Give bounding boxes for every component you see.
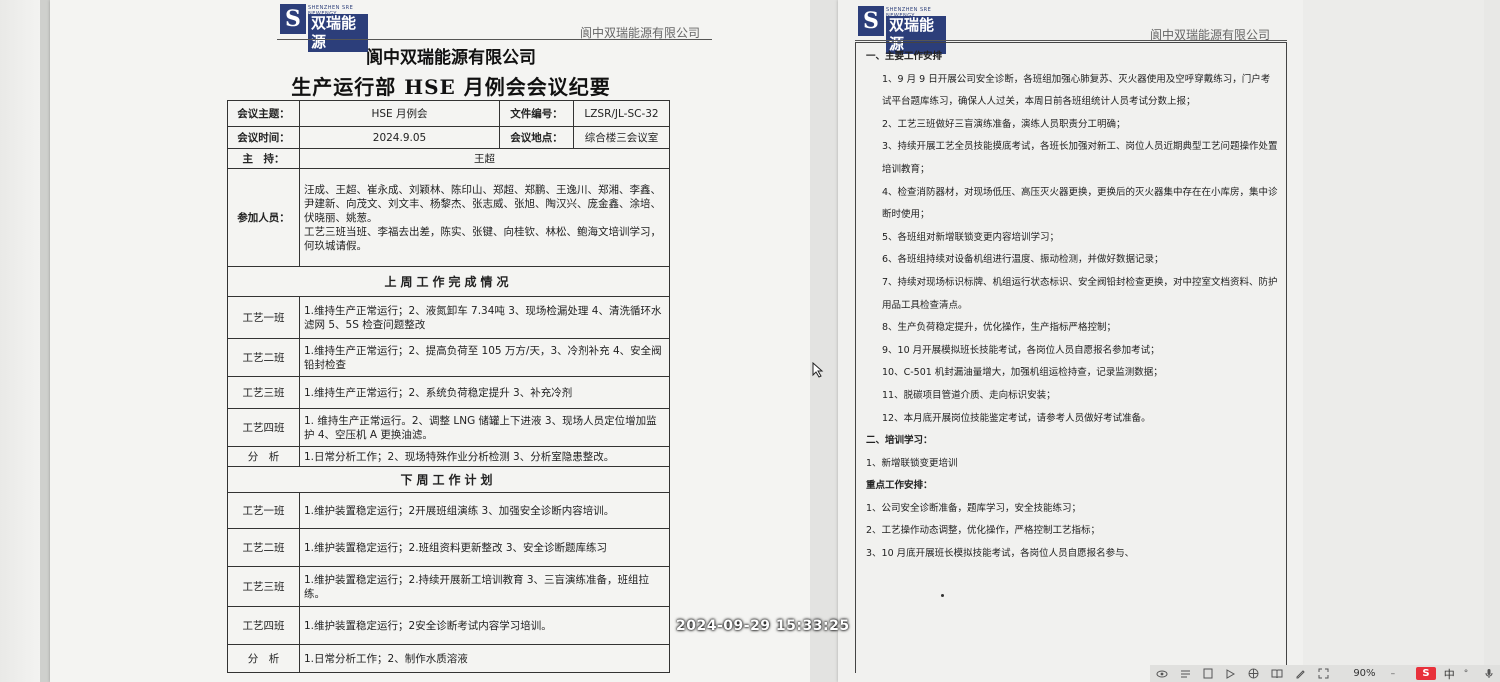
last-week-team-analysis: 分 析 xyxy=(227,446,300,467)
section-main-work-heading: 一、主要工作安排 xyxy=(866,51,943,62)
header-rule xyxy=(277,39,712,40)
input-method-indicator[interactable]: 中 xyxy=(1444,666,1455,682)
file-number-value: LZSR/JL-SC-32 xyxy=(573,100,670,127)
last-week-work-2: 1.维持生产正常运行；2、提高负荷至 105 万方/天，3、冷剂补充 4、安全阀… xyxy=(299,338,670,377)
next-week-plan-2: 1.维护装置稳定运行；2.班组资料更新整改 3、安全诊断题库练习 xyxy=(299,528,670,567)
next-week-plan-4: 1.维护装置稳定运行；2安全诊断考试内容学习培训。 xyxy=(299,606,670,645)
header-rule-right xyxy=(855,40,1287,41)
document-background-area xyxy=(1303,0,1484,665)
zoom-level[interactable]: 90% xyxy=(1353,668,1375,679)
work-item-7: 7、持续对现场标识标牌、机组运行状态标识、安全阀铅封检查更换，对中控室文档资料、… xyxy=(882,276,1278,311)
work-item-3: 3、持续开展工艺全员技能摸底考试，各班长加强对新工、岗位人员近期典型工艺问题操作… xyxy=(882,141,1278,175)
host-value: 王超 xyxy=(299,148,670,169)
window-edge-right xyxy=(1484,0,1500,682)
window-edge-left xyxy=(0,0,40,682)
zoom-out-icon[interactable]: – xyxy=(1388,668,1399,679)
wps-logo-icon[interactable]: S xyxy=(1416,667,1436,680)
time-value: 2024.9.05 xyxy=(299,126,500,149)
section-focus-heading: 重点工作安排： xyxy=(866,480,933,492)
work-item-5: 5、各班组对新增联锁变更内容培训学习； xyxy=(882,231,1060,243)
book-icon[interactable] xyxy=(1271,668,1283,679)
work-item-1: 1、9 月 9 日开展公司安全诊断，各班组加强心肺复苏、灭火器使用及空呼穿戴练习… xyxy=(882,73,1271,108)
punctuation-icon[interactable]: ° xyxy=(1461,668,1472,679)
work-item-2: 2、工艺三班做好三盲演练准备，演练人员职责分工明确； xyxy=(882,118,1126,130)
last-week-work-4: 1. 维持生产正常运行。2、调整 LNG 储罐上下进液 3、现场人员定位增加监护… xyxy=(299,408,670,447)
next-week-plan-analysis: 1.日常分析工作；2、制作水质溶液 xyxy=(299,644,670,673)
status-bar: 90% – S 中 ° xyxy=(1150,665,1500,682)
place-label: 会议地点： xyxy=(499,126,574,149)
next-week-team-3: 工艺三班 xyxy=(227,566,300,607)
last-week-work-analysis: 1.日常分析工作；2、现场特殊作业分析检测 3、分析室隐患整改。 xyxy=(299,446,670,467)
next-week-team-analysis: 分 析 xyxy=(227,644,300,673)
time-label: 会议时间： xyxy=(227,126,300,149)
company-logo: S SHENZHEN SRE NEWENGY 双瑞能源 xyxy=(280,3,368,52)
next-week-plan-3: 1.维护装置稳定运行；2.持续开展新工培训教育 3、三盲演练准备，班组拉练。 xyxy=(299,566,670,607)
document-company-title: 阆中双瑞能源有限公司 xyxy=(366,48,536,68)
pen-icon[interactable] xyxy=(1295,668,1306,679)
minutes-table: 会议主题： HSE 月例会 文件编号： LZSR/JL-SC-32 会议时间： … xyxy=(227,100,670,673)
next-week-team-4: 工艺四班 xyxy=(227,606,300,645)
section-training-heading: 二、培训学习： xyxy=(866,435,933,447)
file-number-label: 文件编号： xyxy=(499,100,574,127)
page-view-icon[interactable] xyxy=(1203,668,1214,679)
photo-timestamp: 2024-09-29 15:33:25 xyxy=(676,618,850,634)
attendees-note: 工艺三班当班、李福去出差，陈实、张键、向桂钦、林松、鲍海文培训学习，何玖城请假。 xyxy=(304,225,661,252)
mouse-cursor-icon xyxy=(812,362,824,378)
next-week-team-1: 工艺一班 xyxy=(227,492,300,529)
microphone-icon[interactable] xyxy=(1483,668,1494,679)
last-week-section-header: 上周工作完成情况 xyxy=(227,266,670,297)
work-item-9: 9、10 月开展模拟班长技能考试，各岗位人员自愿报名参加考试； xyxy=(882,344,1160,356)
logo-mark-right: S xyxy=(858,6,884,36)
fit-page-icon[interactable] xyxy=(1318,668,1329,679)
logo-mark: S xyxy=(280,4,306,34)
last-week-work-3: 1.维持生产正常运行；2、系统负荷稳定提升 3、补充冷剂 xyxy=(299,376,670,409)
work-item-4: 4、检查消防器材，对现场低压、高压灭火器更换，更换后的灭火器集中存在在小库房，集… xyxy=(882,186,1278,221)
attendees-list: 汪成、王超、崔永成、刘颖林、陈印山、郑超、郑鹏、王逸川、郑湘、李鑫、尹建新、向茂… xyxy=(304,183,661,224)
last-week-team-3: 工艺三班 xyxy=(227,376,300,409)
last-week-team-2: 工艺二班 xyxy=(227,338,300,377)
last-week-team-4: 工艺四班 xyxy=(227,408,300,447)
focus-item-3: 3、10 月底开展班长模拟技能考试，各岗位人员自愿报名参与、 xyxy=(866,548,1135,560)
document-title: 生产运行部 HSE 月例会会议纪要 xyxy=(291,75,611,99)
outline-icon[interactable] xyxy=(1180,668,1191,679)
next-week-plan-1: 1.维护装置稳定运行；2开展班组演练 3、加强安全诊断内容培训。 xyxy=(299,492,670,529)
host-label: 主 持： xyxy=(227,148,300,169)
work-item-8: 8、生产负荷稳定提升，优化操作，生产指标严格控制； xyxy=(882,322,1117,334)
right-page-content: 一、主要工作安排 1、9 月 9 日开展公司安全诊断，各班组加强心肺复苏、灭火器… xyxy=(866,46,1278,566)
page-gutter xyxy=(810,0,838,682)
work-item-10: 10、C-501 机封漏油量增大，加强机组运检持查，记录监测数据； xyxy=(882,367,1163,379)
focus-item-2: 2、工艺操作动态调整，优化操作，严格控制工艺指标； xyxy=(866,525,1101,537)
stray-mark xyxy=(941,594,944,597)
last-week-work-1: 1.维持生产正常运行；2、液氮卸车 7.34吨 3、现场检漏处理 4、清洗循环水… xyxy=(299,296,670,339)
work-item-11: 11、脱碳项目管道介质、走向标识安装； xyxy=(882,389,1056,401)
next-week-section-header: 下周工作计划 xyxy=(227,466,670,493)
eye-icon[interactable] xyxy=(1156,668,1168,679)
attendees-label: 参加人员： xyxy=(227,168,300,267)
place-value: 综合楼三会议室 xyxy=(573,126,670,149)
focus-item-1: 1、公司安全诊断准备，题库学习，安全技能练习； xyxy=(866,502,1082,514)
play-icon[interactable] xyxy=(1226,668,1237,679)
training-item-1: 1、新增联锁变更培训 xyxy=(866,457,958,469)
web-view-icon[interactable] xyxy=(1248,668,1259,679)
last-week-team-1: 工艺一班 xyxy=(227,296,300,339)
subject-label: 会议主题： xyxy=(227,100,300,127)
company-logo-right: S SHENZHEN SRE NEWENGY 双瑞能源 xyxy=(858,5,946,54)
work-item-12: 12、本月底开展岗位技能鉴定考试，请参考人员做好考试准备。 xyxy=(882,412,1151,424)
work-item-6: 6、各班组持续对设备机组进行温度、振动检测，并做好数据记录； xyxy=(882,254,1164,266)
attendees-cell: 汪成、王超、崔永成、刘颖林、陈印山、郑超、郑鹏、王逸川、郑湘、李鑫、尹建新、向茂… xyxy=(299,168,670,267)
next-week-team-2: 工艺二班 xyxy=(227,528,300,567)
subject-value: HSE 月例会 xyxy=(299,100,500,127)
